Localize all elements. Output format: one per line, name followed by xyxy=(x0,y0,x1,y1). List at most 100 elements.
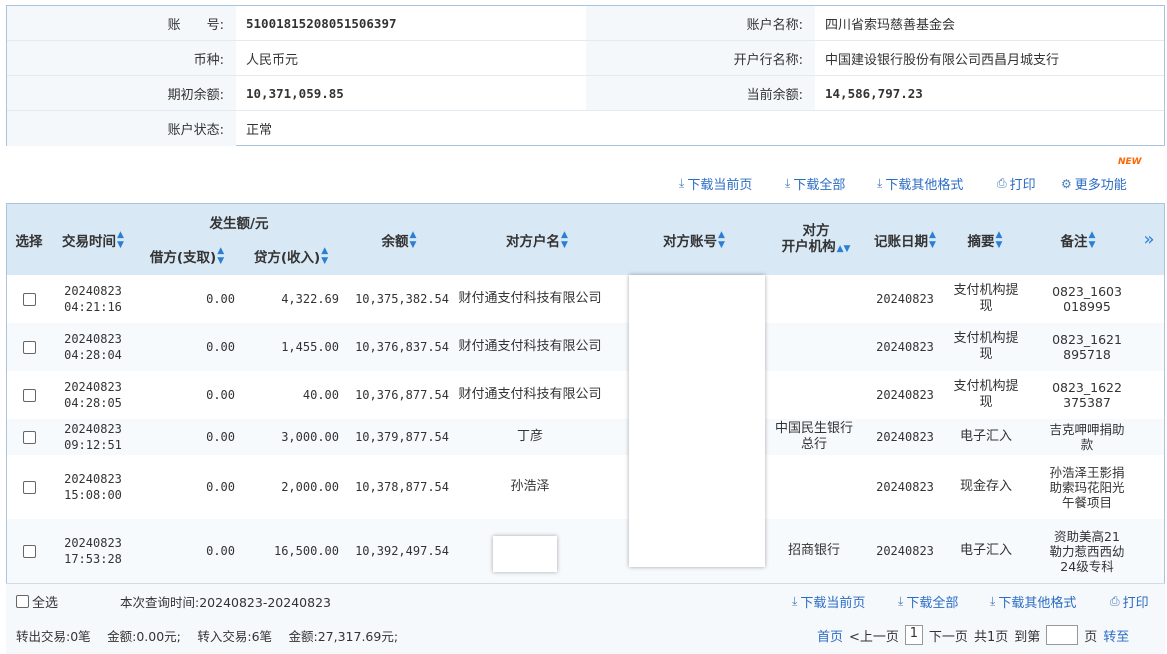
select-all[interactable]: 全选 xyxy=(16,592,58,611)
row-checkbox[interactable] xyxy=(22,544,36,558)
cell-credit: 2,000.00 xyxy=(281,480,339,494)
goto-page-input[interactable] xyxy=(1046,625,1079,645)
cell-note: 0823_1603018995 xyxy=(1052,284,1122,314)
gear-icon: ⚙ xyxy=(1061,176,1072,191)
sort-icon[interactable]: ▲▼ xyxy=(410,230,417,250)
sort-icon[interactable]: ▲▼ xyxy=(117,230,124,250)
sort-icon[interactable]: ▲▼ xyxy=(217,246,224,266)
go-button[interactable]: 转至 xyxy=(1103,626,1129,645)
select-all-checkbox[interactable] xyxy=(16,595,29,608)
cell-debit: 0.00 xyxy=(206,340,235,354)
expand-columns-button[interactable]: » xyxy=(1133,204,1165,275)
opening-balance: 10,371,059.85 xyxy=(246,85,344,101)
cell-summary: 电子汇入 xyxy=(959,429,1012,444)
footer-download-page-label: 下载当前页 xyxy=(800,596,866,611)
sort-icon[interactable]: ▲▼ xyxy=(718,230,725,250)
cell-transaction-time: 20240823 15:08:00 xyxy=(51,455,135,519)
toolbar: ⤓ 下载当前页 ⤓ 下载全部 ⤓ 下载其他格式 ⎙ 打印 ⚙ 更多功能 xyxy=(0,160,1167,200)
footer-print-button[interactable]: ⎙ 打印 xyxy=(1110,592,1149,611)
sort-icon[interactable]: ▲▼ xyxy=(996,230,1003,250)
header-time[interactable]: 交易时间 ▲ ▼ xyxy=(51,204,135,275)
row-checkbox[interactable] xyxy=(22,388,36,402)
sort-icon[interactable]: ▲▼ xyxy=(1089,230,1096,250)
account-info-panel: 账 号: 51001815208051506397 账户名称: 四川省索玛慈善基… xyxy=(6,5,1165,146)
header-summary[interactable]: 摘要 ▲ ▼ xyxy=(947,204,1023,275)
cell-select[interactable] xyxy=(7,371,51,419)
header-post-date[interactable]: 记账日期 ▲ ▼ xyxy=(863,204,947,275)
cell-select[interactable] xyxy=(7,419,51,455)
row-checkbox[interactable] xyxy=(22,340,36,354)
account-name: 四川省索玛慈善基金会 xyxy=(825,17,956,33)
sort-icon[interactable]: ▲▼ xyxy=(929,230,936,250)
download-all-label: 下载全部 xyxy=(793,178,846,193)
header-party-bank-label-1: 对方 xyxy=(802,222,830,239)
header-party-account[interactable]: 对方账号 ▲ ▼ xyxy=(619,204,769,275)
cell-date: 20240823 xyxy=(64,332,122,346)
cell-balance: 10,376,877.54 xyxy=(355,388,449,402)
header-credit-label: 贷方(收入) xyxy=(253,250,321,266)
download-other-button[interactable]: ⤓ 下载其他格式 xyxy=(877,174,963,193)
sort-icon[interactable]: ▲▼ xyxy=(321,246,328,266)
account-status: 正常 xyxy=(246,123,273,138)
table-row[interactable]: 20240823 15:08:00 0.00 2,000.00 10,378,877.5… xyxy=(7,455,1164,519)
table-row[interactable]: 20240823 09:12:51 0.00 3,000.00 10,379,877.5… xyxy=(7,419,1164,455)
cell-credit: 3,000.00 xyxy=(281,430,339,444)
first-page-link[interactable]: 首页 xyxy=(817,626,843,645)
cell-debit: 0.00 xyxy=(206,544,235,558)
cell-party: 孙浩泽 xyxy=(510,479,550,494)
row-checkbox[interactable] xyxy=(22,292,36,306)
next-page-link[interactable]: 下一页 xyxy=(929,626,968,645)
redaction-mask xyxy=(493,536,557,572)
print-button[interactable]: ⎙ 打印 xyxy=(997,174,1036,193)
cell-select[interactable] xyxy=(7,519,51,583)
sort-icon[interactable]: ▲▼ xyxy=(561,230,568,250)
download-page-button[interactable]: ⤓ 下载当前页 xyxy=(679,174,752,193)
account-number-label: 账 号: xyxy=(7,6,236,40)
cell-select[interactable] xyxy=(7,455,51,519)
cell-debit: 0.00 xyxy=(206,292,235,306)
current-page: 1 xyxy=(904,625,923,645)
cell-select[interactable] xyxy=(7,323,51,371)
header-party-bank[interactable]: 对方 开户机构▲▼ xyxy=(769,204,863,275)
header-amount-group: 发生额/元 xyxy=(209,216,269,232)
table-row[interactable]: 20240823 04:28:04 0.00 1,455.00 10,376,837.5… xyxy=(7,323,1164,371)
cell-note: 资助美高21勒力惹西西幼24级专科 xyxy=(1049,528,1125,574)
download-all-button[interactable]: ⤓ 下载全部 xyxy=(785,174,845,193)
footer-download-page-button[interactable]: ⤓ 下载当前页 xyxy=(792,592,865,611)
footer-download-other-button[interactable]: ⤓ 下载其他格式 xyxy=(990,592,1076,611)
cell-time: 04:21:16 xyxy=(64,300,122,314)
footer-download-all-button[interactable]: ⤓ 下载全部 xyxy=(898,592,958,611)
cell-date: 20240823 xyxy=(64,380,122,394)
cell-transaction-time: 20240823 04:21:16 xyxy=(51,275,135,323)
cell-balance: 10,392,497.54 xyxy=(355,544,449,558)
table-row[interactable]: 20240823 04:21:16 0.00 4,322.69 10,375,382.5… xyxy=(7,275,1164,323)
account-number: 51001815208051506397 xyxy=(246,15,397,31)
cell-debit: 0.00 xyxy=(206,480,235,494)
printer-icon: ⎙ xyxy=(1110,594,1120,608)
cell-post: 20240823 xyxy=(876,340,934,354)
cell-bank xyxy=(769,275,859,323)
header-party-name[interactable]: 对方户名 ▲ ▼ xyxy=(455,204,619,275)
cell-post: 20240823 xyxy=(876,292,934,306)
sort-icon[interactable]: ▲▼ xyxy=(837,244,851,254)
row-checkbox[interactable] xyxy=(22,480,36,494)
header-party-bank-label-2: 开户机构 xyxy=(781,238,836,255)
header-debit[interactable]: 借方(支取) ▲ ▼ xyxy=(135,242,239,270)
prev-page-link[interactable]: <上一页 xyxy=(849,626,899,645)
download-icon: ⤓ xyxy=(792,594,798,608)
header-balance[interactable]: 余额 ▲ ▼ xyxy=(343,204,455,275)
cell-credit: 4,322.69 xyxy=(281,292,339,306)
header-credit[interactable]: 贷方(收入) ▲ ▼ xyxy=(239,242,343,270)
header-note[interactable]: 备注 ▲ ▼ xyxy=(1023,204,1133,275)
cell-select[interactable] xyxy=(7,275,51,323)
goto-label: 到第 xyxy=(1014,629,1041,645)
more-functions-button[interactable]: ⚙ 更多功能 xyxy=(1061,174,1127,194)
table-row[interactable]: 20240823 17:53:28 0.00 16,500.00 10,392,497.… xyxy=(7,519,1164,583)
table-row[interactable]: 20240823 04:28:05 0.00 40.00 10,376,877.54 财付… xyxy=(7,371,1164,419)
table-body: 20240823 04:21:16 0.00 4,322.69 10,375,382.5… xyxy=(7,275,1164,583)
cell-summary: 支付机构提现 xyxy=(953,379,1019,410)
cell-summary: 电子汇入 xyxy=(959,543,1012,558)
row-checkbox[interactable] xyxy=(22,430,36,444)
cell-note: 吉克呷呷捐助款 xyxy=(1049,422,1125,452)
footer-print-label: 打印 xyxy=(1122,596,1149,611)
